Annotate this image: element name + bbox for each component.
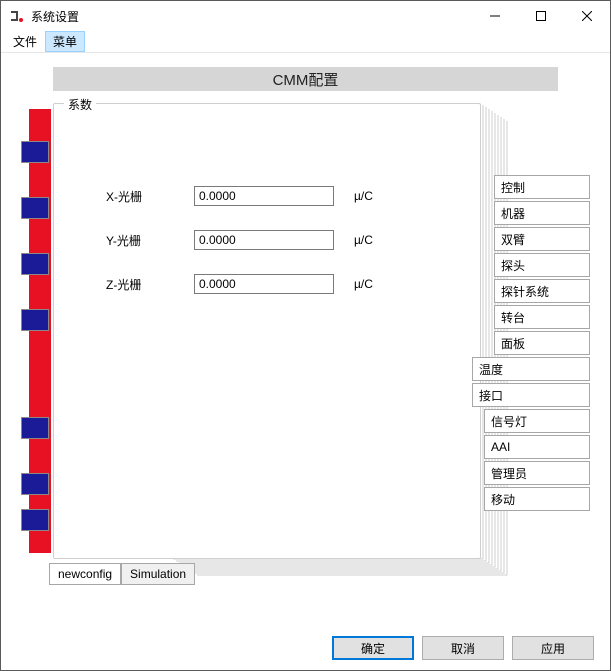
side-marker-6[interactable]	[21, 473, 49, 495]
side-tab-machine[interactable]: 机器	[494, 201, 590, 225]
app-icon	[9, 8, 25, 24]
side-tab-move[interactable]: 移动	[484, 487, 590, 511]
side-marker-3[interactable]	[21, 253, 49, 275]
panel-legend: 系数	[64, 96, 96, 113]
label-z: Z-光栅	[94, 276, 194, 293]
side-tab-panel[interactable]: 面板	[494, 331, 590, 355]
app-window: 系统设置 文件 菜单 CMM配置	[0, 0, 611, 671]
window-title: 系统设置	[31, 8, 79, 25]
row-x: X-光栅 µ/C	[94, 186, 394, 206]
side-marker-4[interactable]	[21, 309, 49, 331]
side-tab-aai[interactable]: AAI	[484, 435, 590, 459]
tab-simulation[interactable]: Simulation	[121, 563, 195, 585]
window-controls	[472, 1, 610, 31]
menu-menu[interactable]: 菜单	[45, 31, 85, 52]
cancel-button[interactable]: 取消	[422, 636, 504, 660]
config-banner: CMM配置	[53, 67, 558, 91]
titlebar-left: 系统设置	[9, 8, 79, 25]
dialog-footer: 确定 取消 应用	[1, 626, 610, 670]
label-y: Y-光栅	[94, 232, 194, 249]
side-header-interface[interactable]: 接口	[472, 383, 590, 407]
unit-y: µ/C	[354, 233, 394, 247]
unit-z: µ/C	[354, 277, 394, 291]
ok-button[interactable]: 确定	[332, 636, 414, 660]
titlebar: 系统设置	[1, 1, 610, 31]
unit-x: µ/C	[354, 189, 394, 203]
bottom-tabs: newconfig Simulation	[49, 563, 195, 585]
close-button[interactable]	[564, 1, 610, 31]
row-z: Z-光栅 µ/C	[94, 274, 394, 294]
side-tab-turntable[interactable]: 转台	[494, 305, 590, 329]
side-tab-signal[interactable]: 信号灯	[484, 409, 590, 433]
side-tab-dualarm[interactable]: 双臂	[494, 227, 590, 251]
row-y: Y-光栅 µ/C	[94, 230, 394, 250]
input-z[interactable]	[194, 274, 334, 294]
minimize-button[interactable]	[472, 1, 518, 31]
side-marker-1[interactable]	[21, 141, 49, 163]
menu-file[interactable]: 文件	[5, 31, 45, 52]
label-x: X-光栅	[94, 188, 194, 205]
side-header-temp[interactable]: 温度	[472, 357, 590, 381]
side-tab-admin[interactable]: 管理员	[484, 461, 590, 485]
coeff-panel: 系数 X-光栅 µ/C Y-光栅 µ/C Z-光栅 µ/C	[53, 103, 481, 559]
side-marker-2[interactable]	[21, 197, 49, 219]
content-area: CMM配置 系数 X-光栅 µ/C Y-光栅 µ/C	[1, 53, 610, 626]
input-y[interactable]	[194, 230, 334, 250]
apply-button[interactable]: 应用	[512, 636, 594, 660]
side-tab-probesys[interactable]: 探针系统	[494, 279, 590, 303]
menubar: 文件 菜单	[1, 31, 610, 53]
side-marker-7[interactable]	[21, 509, 49, 531]
side-tab-probe[interactable]: 探头	[494, 253, 590, 277]
side-tab-control[interactable]: 控制	[494, 175, 590, 199]
side-tabs: 控制 机器 双臂 探头 探针系统 转台 面板 温度 接口 信号灯 AAI 管理员…	[484, 175, 590, 513]
tab-newconfig[interactable]: newconfig	[49, 563, 121, 585]
maximize-button[interactable]	[518, 1, 564, 31]
side-marker-5[interactable]	[21, 417, 49, 439]
input-x[interactable]	[194, 186, 334, 206]
